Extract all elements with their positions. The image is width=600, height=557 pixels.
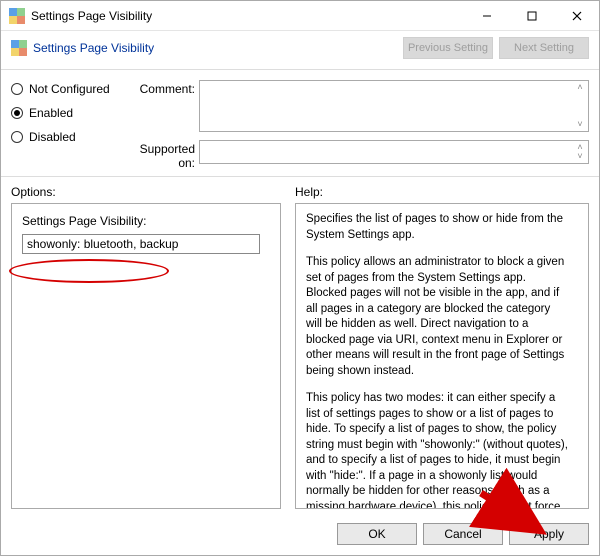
radio-label: Not Configured [29,82,110,96]
help-heading: Help: [295,185,589,199]
next-setting-button[interactable]: Next Setting [499,37,589,59]
help-text[interactable]: Specifies the list of pages to show or h… [296,204,588,508]
help-paragraph: Specifies the list of pages to show or h… [306,212,568,243]
previous-setting-button[interactable]: Previous Setting [403,37,493,59]
window-title: Settings Page Visibility [31,9,464,23]
scroll-down-icon: ˅ [574,152,586,161]
ok-button[interactable]: OK [337,523,417,545]
options-panel: Settings Page Visibility: [11,203,281,509]
comment-label: Comment: [121,80,195,96]
radio-label: Enabled [29,106,73,120]
app-icon [9,8,25,24]
radio-not-configured[interactable]: Not Configured [11,82,121,96]
scroll-down-icon: ˅ [574,120,586,129]
close-button[interactable] [554,1,599,30]
help-paragraph: This policy allows an administrator to b… [306,255,568,379]
radio-label: Disabled [29,130,76,144]
titlebar: Settings Page Visibility [1,1,599,31]
cancel-button[interactable]: Cancel [423,523,503,545]
settings-visibility-input[interactable] [22,234,260,254]
state-radio-group: Not Configured Enabled Disabled [11,80,121,170]
policy-icon [11,40,27,56]
scroll-up-icon: ˄ [574,83,586,92]
supported-on-textarea[interactable]: ˄˅ [199,140,589,164]
apply-button[interactable]: Apply [509,523,589,545]
radio-dot-icon [11,83,23,95]
header: Settings Page Visibility Previous Settin… [1,31,599,70]
radio-enabled[interactable]: Enabled [11,106,121,120]
state-section: Not Configured Enabled Disabled Comment:… [1,70,599,177]
supported-on-label: Supported on: [121,140,195,170]
details-section: Options: Settings Page Visibility: Help:… [1,177,599,515]
policy-title: Settings Page Visibility [33,41,397,55]
options-field-label: Settings Page Visibility: [22,214,270,228]
radio-dot-icon [11,107,23,119]
minimize-button[interactable] [464,1,509,30]
dialog-button-bar: OK Cancel Apply [1,515,599,555]
dialog-window: Settings Page Visibility Settings Page V… [0,0,600,556]
help-panel: Specifies the list of pages to show or h… [295,203,589,509]
maximize-button[interactable] [509,1,554,30]
help-paragraph: This policy has two modes: it can either… [306,391,568,508]
radio-disabled[interactable]: Disabled [11,130,121,144]
comment-textarea[interactable]: ˄˅ [199,80,589,132]
options-heading: Options: [11,185,281,199]
radio-dot-icon [11,131,23,143]
